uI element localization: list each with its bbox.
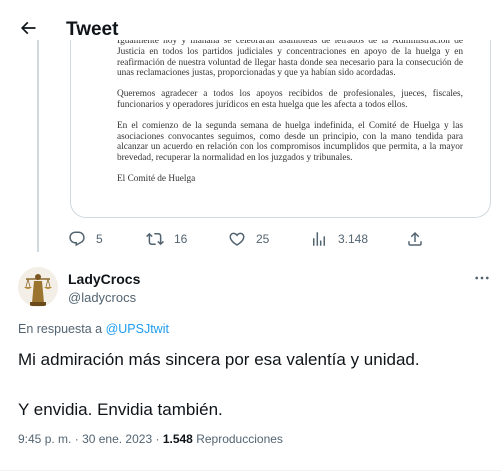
tweet-image-document[interactable]: Igualmente hoy y mañana se celebrarán as… <box>70 40 491 218</box>
more-options-button[interactable] <box>470 268 494 288</box>
document-paragraph: En el comienzo de la segunda semana de h… <box>117 120 463 164</box>
tweet-date[interactable]: 30 ene. 2023 <box>82 432 152 446</box>
like-icon <box>229 232 245 246</box>
avatar[interactable] <box>18 267 58 307</box>
document-paragraph: Igualmente hoy y mañana se celebrarán as… <box>117 40 463 79</box>
reply-count: 5 <box>96 232 103 246</box>
divider <box>0 470 501 471</box>
back-button[interactable] <box>14 14 42 42</box>
author-handle[interactable]: @ladycrocs <box>68 290 136 305</box>
retweet-icon <box>146 232 164 246</box>
reply-action[interactable]: 5 <box>68 228 103 250</box>
retweet-count: 16 <box>174 232 188 246</box>
document-paragraph: Queremos agradecer a todos los apoyos re… <box>117 89 463 110</box>
author-name[interactable]: LadyCrocs <box>68 271 140 287</box>
views-count: 3.148 <box>338 232 369 246</box>
document-signature: El Comité de Huelga <box>117 173 196 184</box>
like-action[interactable]: 25 <box>228 228 269 250</box>
tweet-text-line: Mi admiración más sincera por esa valent… <box>18 350 420 369</box>
meta-separator: · <box>74 432 79 446</box>
tweet-metadata: 9:45 p. m. · 30 ene. 2023 · 1.548 Reprod… <box>18 432 283 446</box>
share-icon <box>408 231 422 246</box>
reply-icon <box>69 231 85 247</box>
justice-statue-icon <box>18 267 58 307</box>
retweet-action[interactable]: 16 <box>146 228 187 250</box>
more-icon <box>475 276 489 280</box>
reply-mention-link[interactable]: @UPSJtwit <box>106 322 169 336</box>
tweet-views-count: 1.548 <box>162 432 193 446</box>
views-action[interactable]: 3.148 <box>310 228 368 250</box>
document-text: Igualmente hoy y mañana se celebrarán as… <box>117 40 463 195</box>
share-action[interactable] <box>406 228 424 250</box>
thread-connector-line <box>37 40 39 252</box>
page-title: Tweet <box>66 19 119 40</box>
meta-separator: · <box>155 432 160 446</box>
back-arrow-icon <box>20 21 36 35</box>
tweet-views-label: Reproducciones <box>196 432 283 446</box>
reply-context: En respuesta a @UPSJtwit <box>18 322 169 336</box>
tweet-text-line: Y envidia. Envidia también. <box>18 400 223 419</box>
tweet-time[interactable]: 9:45 p. m. <box>18 432 71 446</box>
like-count: 25 <box>256 232 270 246</box>
tweet-action-bar: 5 16 25 3.148 <box>68 228 428 250</box>
views-icon <box>313 232 325 246</box>
reply-prefix: En respuesta a <box>18 322 106 336</box>
